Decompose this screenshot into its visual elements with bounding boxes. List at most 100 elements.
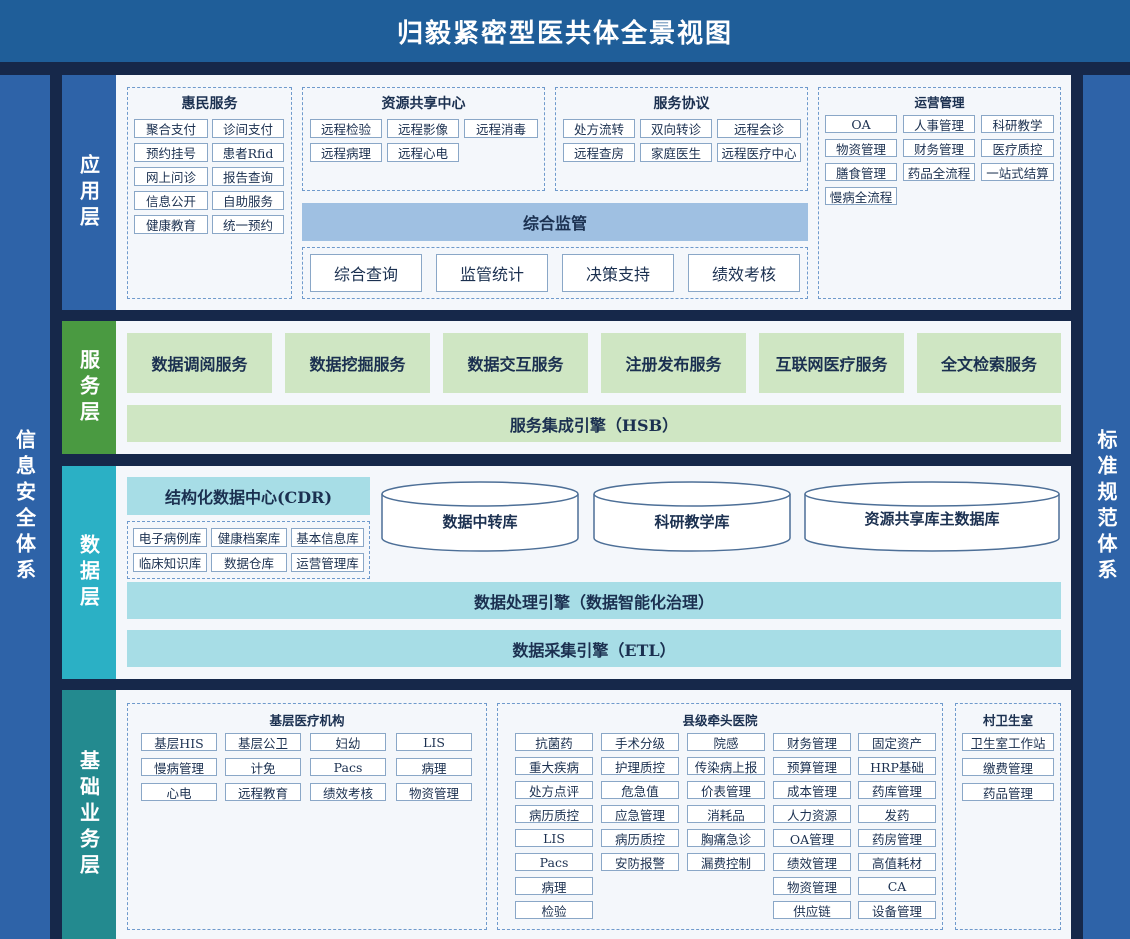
primary-item: 远程教育 [225,783,301,801]
county-item: 人力资源 [773,805,851,823]
cylinder-label: 数据中转库 [442,513,517,531]
county-item: 病历质控 [601,829,679,847]
operations-item: 人事管理 [903,115,975,133]
county-item: 检验 [515,901,593,919]
county-item: 药房管理 [858,829,936,847]
database-cylinder-master: 资源共享库主数据库 [804,481,1060,552]
primary-item: 基层公卫 [225,733,301,751]
huimin-item: 健康教育 [134,215,208,234]
operations-title: 运营管理 [914,95,965,110]
operations-item: 慢病全流程 [825,187,897,205]
county-item: 固定资产 [858,733,936,751]
standards-bar: 标准规范体系 [1083,75,1130,939]
county-item: 高值耗材 [858,853,936,871]
service-protocol-title: 服务协议 [653,96,710,112]
service-layer-label: 服务层 [62,321,116,454]
primary-institution-title: 基层医疗机构 [269,713,345,728]
huimin-item: 诊间支付 [212,119,284,138]
primary-item: 物资管理 [396,783,472,801]
county-item: 安防报警 [601,853,679,871]
county-item: 漏费控制 [687,853,765,871]
cdr-item: 基本信息库 [291,528,364,547]
county-item: OA管理 [773,829,851,847]
county-item: 价表管理 [687,781,765,799]
data-layer-label: 数据层 [62,466,116,679]
service-protocol-group: 服务协议 [555,87,808,191]
county-item: HRP基础 [858,757,936,775]
operations-item: 财务管理 [903,139,975,157]
info-security-bar: 信息安全体系 [0,75,50,939]
operations-item: 膳食管理 [825,163,897,181]
monitor-item: 监管统计 [436,254,548,292]
primary-item: 慢病管理 [141,758,217,776]
primary-item: 计免 [225,758,301,776]
county-item: LIS [515,829,593,847]
protocol-item: 家庭医生 [640,143,712,162]
primary-item: 心电 [141,783,217,801]
primary-item: 绩效考核 [310,783,386,801]
monitor-item: 综合查询 [310,254,422,292]
county-item: Pacs [515,853,593,871]
county-item: 传染病上报 [687,757,765,775]
etl-engine-bar: 数据采集引擎（ETL） [127,630,1061,667]
operations-item: 一站式结算 [981,163,1054,181]
cdr-item: 健康档案库 [211,528,287,547]
county-item: 消耗品 [687,805,765,823]
service-item: 数据挖掘服务 [285,333,430,393]
cylinder-label: 资源共享库主数据库 [864,510,999,528]
protocol-item: 远程医疗中心 [717,143,801,162]
huimin-item: 患者Rfid [212,143,284,162]
operations-item: 药品全流程 [903,163,975,181]
protocol-item: 远程会诊 [717,119,801,138]
huimin-item: 统一预约 [212,215,284,234]
operations-item: 医疗质控 [981,139,1054,157]
operations-item: 科研教学 [981,115,1054,133]
county-item: 抗菌药 [515,733,593,751]
resource-center-group: 资源共享中心 [302,87,545,191]
monitor-item: 绩效考核 [688,254,800,292]
database-cylinder-research: 科研教学库 [593,481,791,552]
county-item: 物资管理 [773,877,851,895]
county-item: 应急管理 [601,805,679,823]
village-item: 缴费管理 [962,758,1054,776]
page-title: 归毅紧密型医共体全景视图 [0,0,1130,62]
county-item: 危急值 [601,781,679,799]
cdr-item: 数据仓库 [211,553,287,572]
county-item: 护理质控 [601,757,679,775]
primary-item: LIS [396,733,472,751]
service-item: 数据调阅服务 [127,333,272,393]
service-item: 数据交互服务 [443,333,588,393]
protocol-item: 双向转诊 [640,119,712,138]
county-item: 病理 [515,877,593,895]
cdr-item: 运营管理库 [291,553,364,572]
huimin-title: 惠民服务 [181,96,238,112]
county-item: 发药 [858,805,936,823]
cdr-item: 电子病例库 [133,528,207,547]
county-item: 药库管理 [858,781,936,799]
protocol-item: 远程查房 [563,143,635,162]
resource-item: 远程心电 [387,143,459,162]
county-hospital-title: 县级牵头医院 [682,713,758,728]
cylinder-label: 科研教学库 [654,513,729,531]
county-item: 成本管理 [773,781,851,799]
primary-item: Pacs [310,758,386,776]
huimin-item: 报告查询 [212,167,284,186]
village-clinic-title: 村卫生室 [982,713,1033,728]
operations-item: 物资管理 [825,139,897,157]
monitor-item: 决策支持 [562,254,674,292]
cdr-item: 临床知识库 [133,553,207,572]
resource-item: 远程消毒 [464,119,538,138]
data-processing-engine-bar: 数据处理引擎（数据智能化治理） [127,582,1061,619]
huimin-item: 网上问诊 [134,167,208,186]
huimin-item: 聚合支付 [134,119,208,138]
database-cylinder-transfer: 数据中转库 [381,481,579,552]
hsb-engine-bar: 服务集成引擎（HSB） [127,405,1061,442]
comprehensive-monitor-bar: 综合监管 [302,203,808,241]
resource-center-title: 资源共享中心 [381,96,466,112]
county-item: 预算管理 [773,757,851,775]
service-item: 互联网医疗服务 [759,333,904,393]
county-item: 胸痛急诊 [687,829,765,847]
county-item: 处方点评 [515,781,593,799]
county-item: CA [858,877,936,895]
county-item: 院感 [687,733,765,751]
